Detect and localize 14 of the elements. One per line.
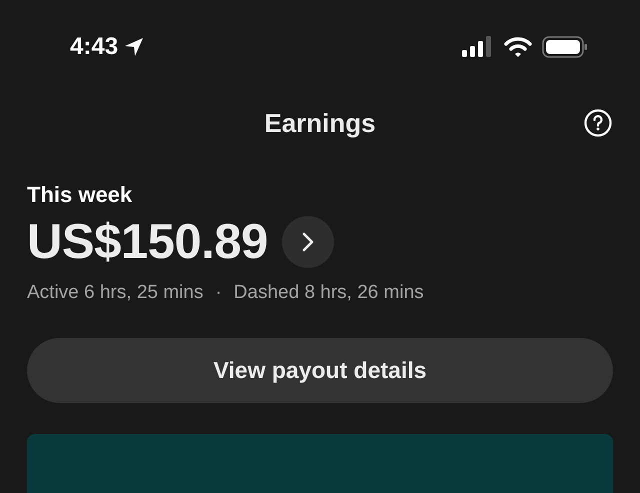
- chevron-right-icon: [300, 231, 315, 253]
- dashed-time: Dashed 8 hrs, 26 mins: [234, 282, 424, 304]
- location-arrow-icon: [124, 37, 144, 57]
- battery-icon: [542, 36, 588, 58]
- signal-icon: [462, 36, 494, 58]
- period-label: This week: [27, 182, 134, 208]
- wifi-icon: [504, 36, 532, 58]
- view-payout-button[interactable]: View payout details: [27, 338, 613, 403]
- separator-dot: ·: [215, 282, 222, 304]
- help-icon[interactable]: [584, 109, 612, 137]
- status-time: 4:43: [70, 33, 118, 61]
- page-title: Earnings: [264, 108, 376, 138]
- active-time: Active 6 hrs, 25 mins: [27, 282, 204, 304]
- earnings-amount: US$150.89: [27, 214, 268, 270]
